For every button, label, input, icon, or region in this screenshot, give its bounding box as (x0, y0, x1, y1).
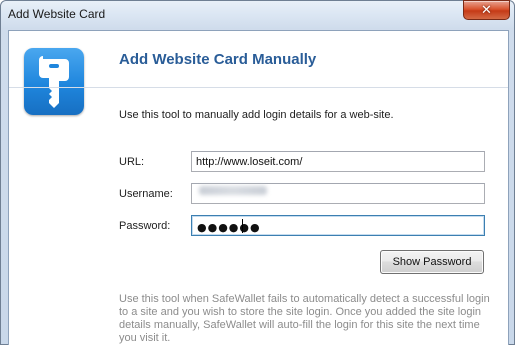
key-icon (24, 48, 84, 115)
header-divider (9, 87, 508, 88)
show-password-button[interactable]: Show Password (380, 250, 484, 274)
url-label: URL: (119, 156, 145, 168)
close-button[interactable]: ✕ (463, 0, 510, 20)
title-bar[interactable]: Add Website Card (1, 1, 514, 29)
intro-text: Use this tool to manually add login deta… (119, 109, 394, 121)
dialog-heading: Add Website Card Manually (119, 51, 317, 68)
dialog-window: Add Website Card ✕ Add Website Card Manu… (0, 0, 515, 345)
password-masked-value: ●●●●●● (197, 221, 261, 234)
dialog-content: Add Website Card Manually Use this tool … (8, 30, 509, 345)
username-label: Username: (119, 188, 173, 200)
text-caret (242, 219, 243, 233)
username-redacted-value (199, 186, 267, 195)
window-title: Add Website Card (8, 7, 106, 21)
close-icon: ✕ (481, 2, 492, 18)
help-text: Use this tool when SafeWallet fails to a… (119, 293, 490, 344)
url-field[interactable] (191, 151, 485, 172)
password-label: Password: (119, 220, 171, 232)
